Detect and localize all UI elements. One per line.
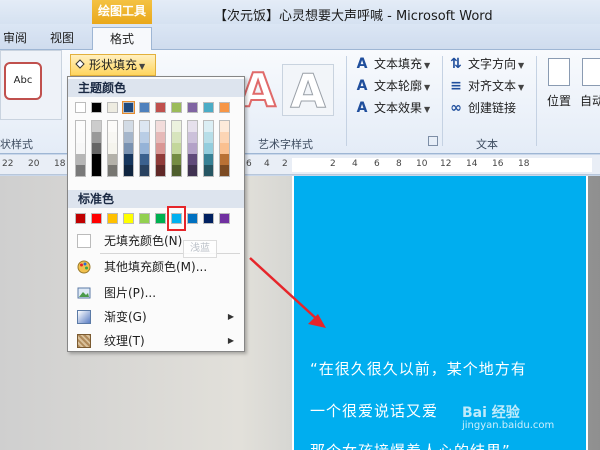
standard-color-swatch[interactable] [219,213,230,224]
watermark-url: jingyan.baidu.com [462,420,555,431]
theme-color-shade-column[interactable] [155,120,166,177]
text-direction-icon: ⇅ [450,56,462,72]
red-arrow-annotation [249,257,326,328]
theme-color-shade-column[interactable] [219,120,230,177]
chevron-down-icon: ▼ [518,61,525,70]
theme-color-swatch[interactable] [122,101,135,114]
wrap-text-button[interactable]: 自动 [580,54,600,134]
tab-format[interactable]: 格式 [92,27,152,51]
window-title: 【次元饭】心灵想要大声呼喊 - Microsoft Word [214,9,493,24]
tab-review[interactable]: 审阅 [0,27,30,49]
standard-colors-heading: 标准色 [68,190,244,208]
position-icon [548,58,570,86]
shape-style-sample[interactable]: Abc [4,62,42,100]
text-effect-icon: A [356,100,368,116]
theme-color-shade-column[interactable] [123,120,134,177]
align-text-button[interactable]: ≡ 对齐文本 ▼ [448,76,524,96]
theme-color-shade-column[interactable] [75,120,86,177]
align-text-icon: ≡ [450,78,462,94]
theme-colors-heading: 主题颜色 [68,79,244,97]
menu-separator [100,253,240,254]
color-tooltip: 浅蓝 [183,240,217,258]
chevron-down-icon: ▼ [518,83,525,92]
theme-color-swatch[interactable] [107,102,118,113]
dialog-launcher-icon[interactable] [428,136,438,146]
theme-color-swatch[interactable] [203,102,214,113]
standard-color-swatch[interactable] [75,213,86,224]
chevron-down-icon: ▼ [139,62,146,71]
theme-color-shade-column[interactable] [187,120,198,177]
document-text-line: 一个很爱说话又爱 [310,402,439,420]
theme-color-swatch[interactable] [91,102,102,113]
submenu-arrow-icon: ▶ [227,312,234,321]
no-fill-item[interactable]: 无填充颜色(N) [68,229,244,253]
ribbon-divider [442,56,443,146]
chevron-down-icon: ▼ [424,83,431,92]
document-text-line: 那个女孩接爆着人心的结果” [310,440,511,450]
group-label-text: 文本 [476,138,498,151]
texture-icon [77,334,91,348]
chevron-down-icon: ▼ [424,105,431,114]
standard-color-swatch[interactable] [107,213,118,224]
theme-color-swatch[interactable] [219,102,230,113]
picture-icon [77,287,91,299]
no-fill-icon [77,234,91,248]
wordart-style-3[interactable]: A [282,64,334,118]
text-direction-button[interactable]: ⇅ 文字方向 ▼ [448,54,524,74]
submenu-arrow-icon: ▶ [227,336,234,345]
ribbon-divider [536,56,537,146]
standard-color-swatch[interactable] [187,213,198,224]
drawing-tools-context-label: 绘图工具 [92,0,152,24]
text-fill-icon: A [356,56,368,72]
document-text-line: “在很久很久以前，某个地方有 [310,360,527,378]
text-outline-button[interactable]: A 文本轮廓 ▼ [354,76,431,96]
standard-color-swatch[interactable] [123,213,134,224]
gradient-fill-item[interactable]: 渐变(G) ▶ [68,305,244,329]
group-label-shape-styles: 状样式 [0,138,33,151]
watermark: Bai 经验 [462,405,520,421]
theme-color-swatch[interactable] [139,102,150,113]
ribbon-tab-row: 审阅 视图 格式 [0,24,600,51]
theme-color-shade-column[interactable] [171,120,182,177]
chevron-down-icon: ▼ [424,61,431,70]
theme-color-shade-column[interactable] [139,120,150,177]
ribbon-divider [346,56,347,146]
shape-fill-button[interactable]: 形状填充 ▼ [70,54,156,76]
standard-color-swatch[interactable] [139,213,150,224]
paint-bucket-icon [74,57,86,71]
standard-color-swatch[interactable] [171,213,182,224]
picture-fill-item[interactable]: 图片(P)... [68,281,244,305]
wrap-text-icon [582,58,600,86]
theme-color-swatch[interactable] [155,102,166,113]
palette-icon [77,260,91,274]
theme-color-swatch[interactable] [171,102,182,113]
texture-fill-item[interactable]: 纹理(T) ▶ [68,329,244,353]
standard-color-swatch[interactable] [155,213,166,224]
more-fill-colors-item[interactable]: 其他填充颜色(M)... [68,255,244,279]
gradient-icon [77,310,91,324]
create-link-button[interactable]: ∞ 创建链接 [448,98,516,118]
standard-color-swatch[interactable] [91,213,102,224]
group-label-wordart-styles: 艺术字样式 [258,138,313,151]
position-button[interactable]: 位置 [542,54,576,134]
tab-view[interactable]: 视图 [46,27,78,49]
text-effect-button[interactable]: A 文本效果 ▼ [354,98,431,118]
theme-color-shade-column[interactable] [91,120,102,177]
text-outline-icon: A [356,78,368,94]
theme-color-swatch[interactable] [75,102,86,113]
link-icon: ∞ [450,100,462,116]
theme-color-shade-column[interactable] [107,120,118,177]
theme-color-swatch[interactable] [187,102,198,113]
theme-color-shade-column[interactable] [203,120,214,177]
text-fill-button[interactable]: A 文本填充 ▼ [354,54,431,74]
shape-fill-label: 形状填充 [89,58,138,72]
shape-fill-dropdown: 主题颜色 标准色 无填充颜色(N) 其他填充颜色(M)... 图片(P)... … [67,76,245,352]
standard-color-swatch[interactable] [203,213,214,224]
